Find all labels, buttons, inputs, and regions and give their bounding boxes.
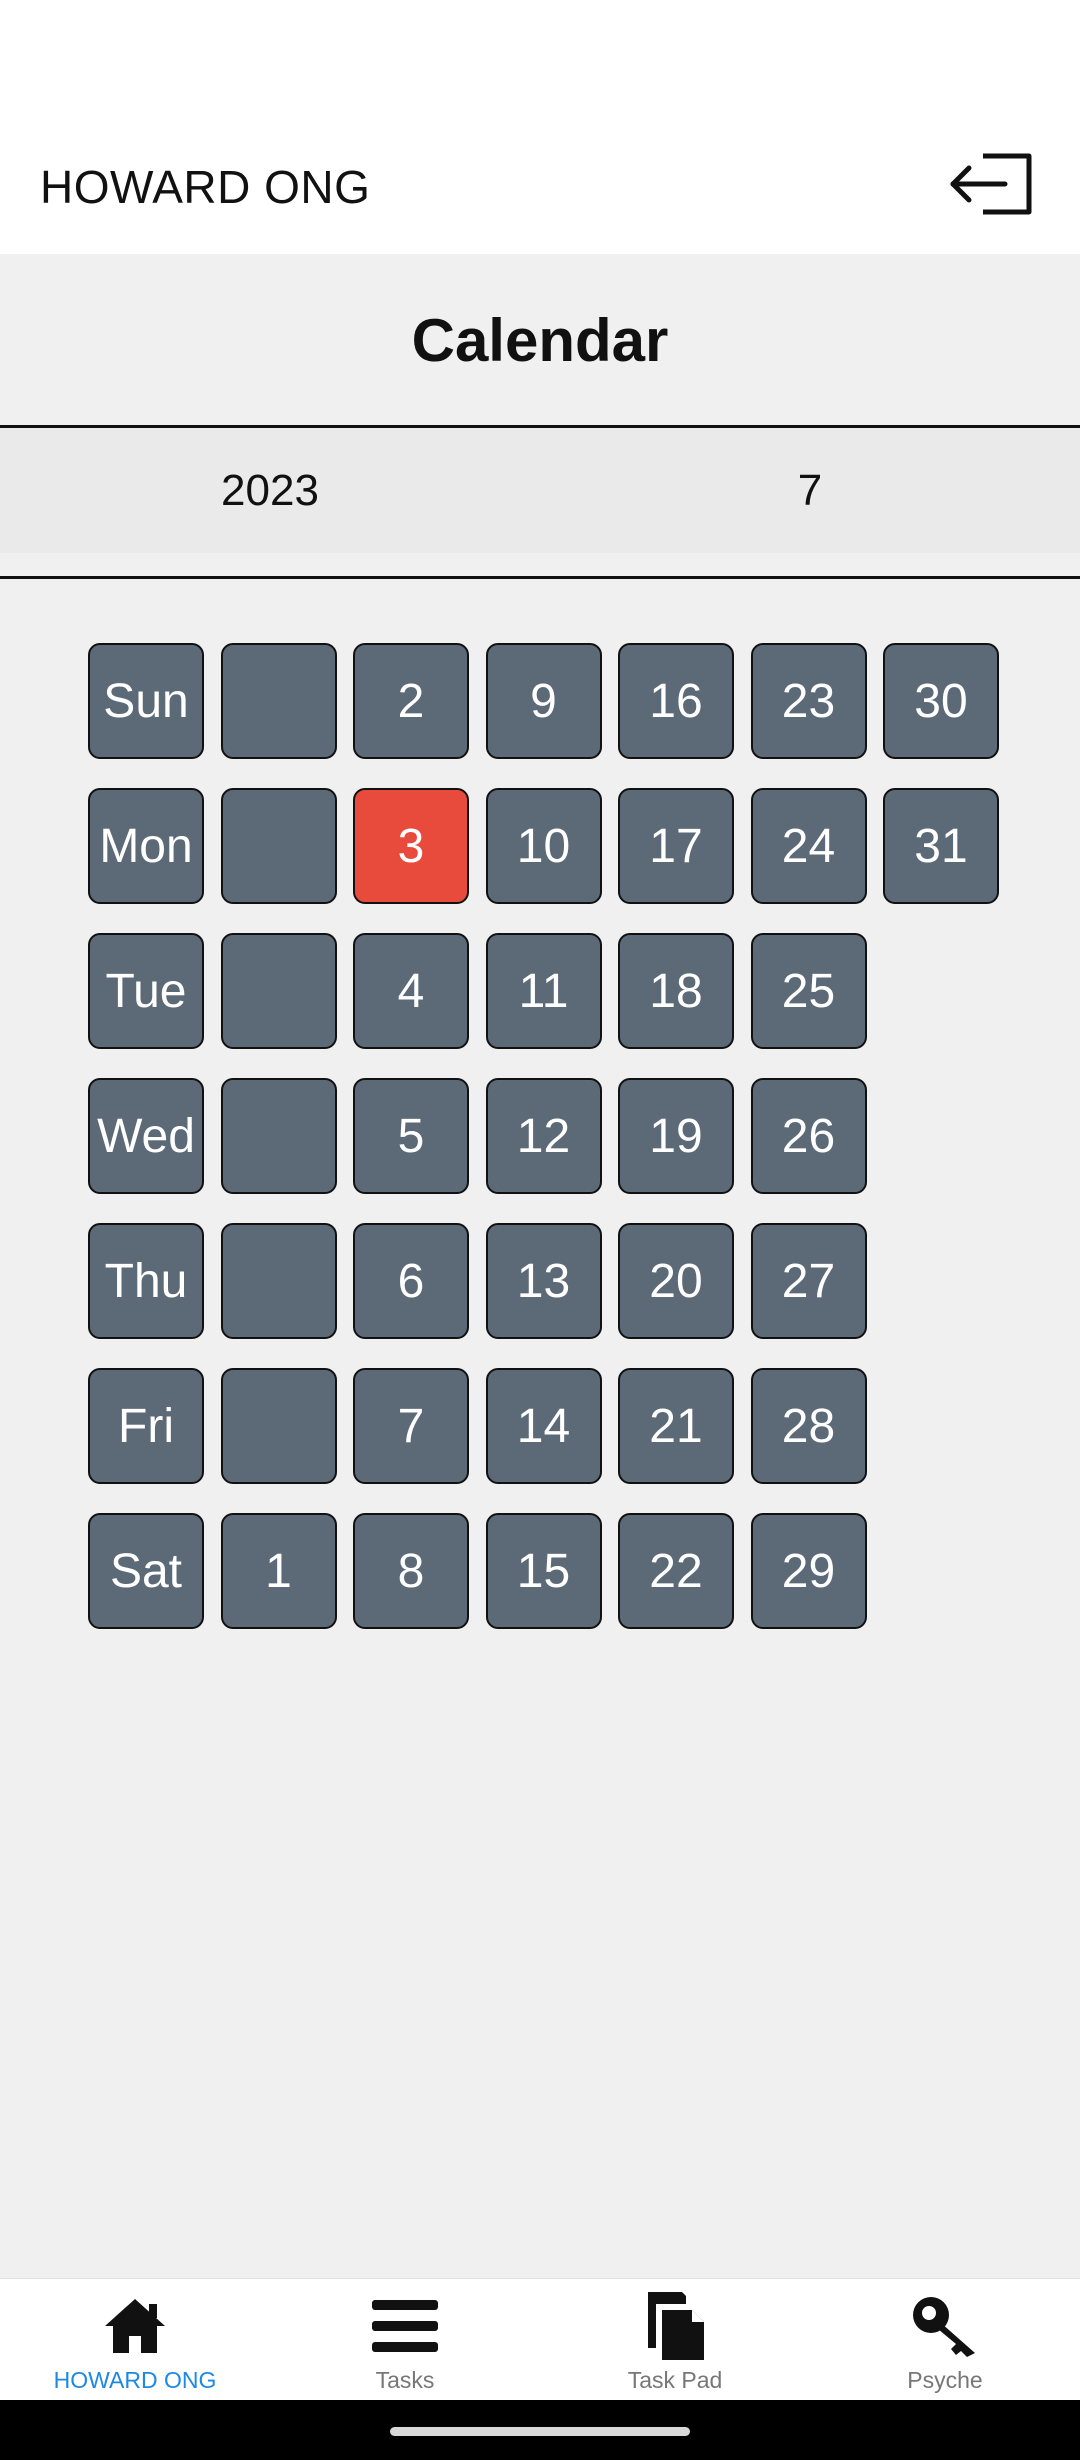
pages-icon: [648, 2292, 704, 2360]
date-cell[interactable]: 12: [485, 1078, 602, 1194]
nav-item-task-pad[interactable]: Task Pad: [540, 2279, 810, 2401]
nav-label-home: HOWARD ONG: [53, 2367, 217, 2393]
weekday-label: Sat: [88, 1513, 204, 1629]
gesture-handle[interactable]: [390, 2427, 690, 2436]
weekday-label: Fri: [88, 1368, 204, 1484]
date-cell[interactable]: 20: [618, 1223, 734, 1339]
date-cell-selected[interactable]: 3: [353, 788, 469, 904]
date-cell[interactable]: 17: [618, 788, 734, 904]
logout-button[interactable]: [946, 146, 1036, 222]
system-gesture-bar: [0, 2400, 1080, 2460]
status-bar: [0, 0, 1080, 120]
empty-day-cell: [220, 1368, 337, 1484]
page-title-area: Calendar: [0, 254, 1080, 426]
home-icon: [105, 2299, 165, 2353]
date-selector-row: 2023 7: [0, 428, 1080, 553]
date-cell[interactable]: 25: [750, 933, 867, 1049]
date-cell[interactable]: 1: [220, 1513, 337, 1629]
date-cell[interactable]: 26: [750, 1078, 867, 1194]
nav-item-home[interactable]: HOWARD ONG: [0, 2279, 270, 2401]
date-cell[interactable]: 13: [485, 1223, 602, 1339]
date-cell[interactable]: 24: [750, 788, 867, 904]
weekday-label: Thu: [88, 1223, 204, 1339]
date-cell[interactable]: 9: [485, 643, 602, 759]
bottom-nav: HOWARD ONG Tasks Task Pad Psyche: [0, 2278, 1080, 2401]
date-cell[interactable]: 19: [618, 1078, 734, 1194]
weekday-label: Tue: [88, 933, 204, 1049]
year-selector[interactable]: 2023: [0, 428, 540, 553]
key-icon: [913, 2297, 975, 2357]
date-cell[interactable]: 4: [353, 933, 469, 1049]
date-cell[interactable]: 8: [353, 1513, 469, 1629]
date-cell[interactable]: 7: [353, 1368, 469, 1484]
page-title: Calendar: [411, 306, 669, 374]
date-cell[interactable]: 27: [750, 1223, 867, 1339]
empty-day-cell: [220, 1223, 337, 1339]
month-selector[interactable]: 7: [540, 428, 1080, 553]
nav-item-psyche[interactable]: Psyche: [810, 2279, 1080, 2401]
date-cell[interactable]: 11: [485, 933, 602, 1049]
user-name: HOWARD ONG: [40, 161, 371, 213]
date-cell[interactable]: 5: [353, 1078, 469, 1194]
date-cell[interactable]: 6: [353, 1223, 469, 1339]
weekday-label: Mon: [88, 788, 204, 904]
date-cell[interactable]: 16: [618, 643, 734, 759]
date-cell[interactable]: 14: [485, 1368, 602, 1484]
date-cell[interactable]: 2: [353, 643, 469, 759]
empty-day-cell: [220, 1078, 337, 1194]
date-cell[interactable]: 29: [750, 1513, 867, 1629]
date-cell[interactable]: 21: [618, 1368, 734, 1484]
date-cell[interactable]: 30: [883, 643, 999, 759]
weekday-label: Wed: [88, 1078, 204, 1194]
nav-item-tasks[interactable]: Tasks: [270, 2279, 540, 2401]
date-cell[interactable]: 23: [750, 643, 867, 759]
empty-day-cell: [220, 643, 337, 759]
empty-day-cell: [220, 933, 337, 1049]
divider-bottom: [0, 576, 1080, 579]
date-cell[interactable]: 15: [485, 1513, 602, 1629]
nav-label-psyche: Psyche: [907, 2367, 983, 2393]
date-cell[interactable]: 31: [883, 788, 999, 904]
date-cell[interactable]: 22: [618, 1513, 734, 1629]
nav-label-task-pad: Task Pad: [627, 2367, 723, 2393]
logout-icon: [950, 153, 1032, 215]
app-header: HOWARD ONG: [0, 120, 1080, 254]
date-cell[interactable]: 28: [750, 1368, 867, 1484]
menu-icon: [372, 2300, 438, 2352]
weekday-label: Sun: [88, 643, 204, 759]
date-cell[interactable]: 10: [485, 788, 602, 904]
date-cell[interactable]: 18: [618, 933, 734, 1049]
nav-label-tasks: Tasks: [375, 2367, 435, 2393]
empty-day-cell: [220, 788, 337, 904]
